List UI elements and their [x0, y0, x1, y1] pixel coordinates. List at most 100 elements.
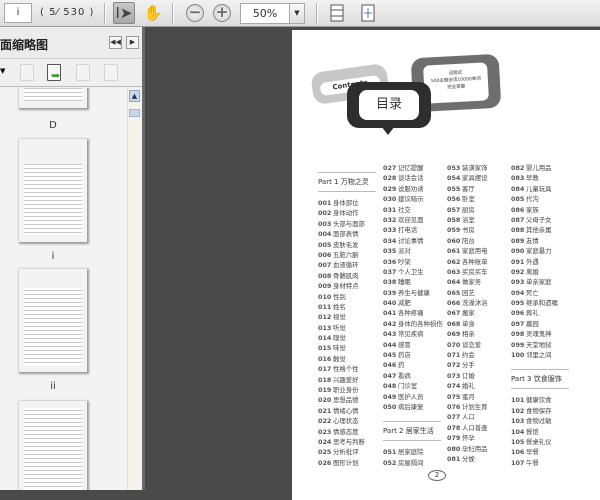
toc-entry[interactable]: 035 派对 — [383, 246, 449, 256]
next-panel-button[interactable]: ▶ — [126, 36, 139, 49]
delete-page-button[interactable] — [20, 64, 34, 81]
fit-page-button[interactable] — [326, 2, 348, 24]
toc-entry[interactable]: 054 家具摆设 — [447, 173, 513, 183]
toc-entry[interactable]: 031 社交 — [383, 205, 449, 215]
toc-entry[interactable]: 060 阳台 — [447, 236, 513, 246]
toc-entry[interactable]: 012 视觉 — [318, 312, 384, 322]
fit-width-button[interactable] — [357, 2, 379, 24]
toc-entry[interactable]: 006 五脏六腑 — [318, 250, 384, 260]
toc-entry[interactable]: 088 其他亲属 — [511, 225, 577, 235]
toc-entry[interactable]: 102 食物保存 — [511, 406, 577, 416]
page-number-input[interactable]: i — [4, 3, 32, 23]
toc-entry[interactable]: 092 离婚 — [511, 267, 577, 277]
toc-entry[interactable]: 078 人口普查 — [447, 423, 513, 433]
toc-entry[interactable]: 024 思考与判断 — [318, 437, 384, 447]
toc-entry[interactable]: 038 睡眠 — [383, 277, 449, 287]
toc-entry[interactable]: 077 人口 — [447, 412, 513, 422]
toc-entry[interactable]: 069 相亲 — [447, 329, 513, 339]
toc-entry[interactable]: 009 身材特点 — [318, 281, 384, 291]
toc-entry[interactable]: 002 身体动作 — [318, 208, 384, 218]
toc-entry[interactable]: 039 养生与健康 — [383, 288, 449, 298]
toc-entry[interactable]: 100 邻里之间 — [511, 350, 577, 360]
toc-entry[interactable]: 041 各种疼痛 — [383, 308, 449, 318]
toc-entry[interactable]: 068 单身 — [447, 319, 513, 329]
toc-entry[interactable]: 015 味觉 — [318, 343, 384, 353]
toc-entry[interactable]: 028 谈话会话 — [383, 173, 449, 183]
toc-entry[interactable]: 011 姓名 — [318, 302, 384, 312]
toc-entry[interactable]: 007 血液循环 — [318, 260, 384, 270]
toc-entry[interactable]: 047 看病 — [383, 371, 449, 381]
toc-entry[interactable]: 020 思想品德 — [318, 395, 384, 405]
toc-entry[interactable]: 091 外遇 — [511, 257, 577, 267]
toc-entry[interactable]: 064 做家务 — [447, 277, 513, 287]
toc-entry[interactable]: 063 买房买车 — [447, 267, 513, 277]
toc-entry[interactable]: 097 墓园 — [511, 319, 577, 329]
toc-entry[interactable]: 105 餐桌礼仪 — [511, 437, 577, 447]
toc-entry[interactable]: 066 洗澡沐浴 — [447, 298, 513, 308]
toc-entry[interactable]: 008 骨骼肌肉 — [318, 271, 384, 281]
toc-entry[interactable]: 098 灵魂鬼神 — [511, 329, 577, 339]
toc-entry[interactable]: 036 吵架 — [383, 257, 449, 267]
toc-entry[interactable]: 048 门诊室 — [383, 381, 449, 391]
toc-entry[interactable]: 013 听觉 — [318, 323, 384, 333]
toc-entry[interactable]: 019 职业身份 — [318, 385, 384, 395]
toc-entry[interactable]: 093 单亲家庭 — [511, 277, 577, 287]
toc-entry[interactable]: 074 婚礼 — [447, 381, 513, 391]
toc-entry[interactable]: 096 葬礼 — [511, 308, 577, 318]
toc-entry[interactable]: 071 约会 — [447, 350, 513, 360]
collapse-panel-button[interactable]: ◀◀ — [109, 36, 122, 49]
toc-entry[interactable]: 029 说服劝诱 — [383, 184, 449, 194]
zoom-out-button[interactable]: − — [184, 2, 206, 24]
toc-entry[interactable]: 010 性别 — [318, 292, 384, 302]
toc-entry[interactable]: 058 浴室 — [447, 215, 513, 225]
toc-entry[interactable]: 040 减肥 — [383, 298, 449, 308]
toc-entry[interactable]: 053 装潢家饰 — [447, 163, 513, 173]
toc-entry[interactable]: 084 儿童玩具 — [511, 184, 577, 194]
page-thumbnail[interactable] — [18, 88, 88, 109]
toc-entry[interactable]: 101 健康饮食 — [511, 395, 577, 405]
toc-entry[interactable]: 075 蜜月 — [447, 392, 513, 402]
toc-entry[interactable]: 076 计划生育 — [447, 402, 513, 412]
toc-entry[interactable]: 067 搬家 — [447, 308, 513, 318]
zoom-in-button[interactable]: + — [211, 2, 233, 24]
toc-entry[interactable]: 057 厨房 — [447, 205, 513, 215]
toc-entry[interactable]: 072 分手 — [447, 360, 513, 370]
toc-entry[interactable]: 023 情感态度 — [318, 427, 384, 437]
page-thumbnail[interactable] — [18, 268, 88, 373]
toc-entry[interactable]: 033 打电话 — [383, 225, 449, 235]
toc-entry[interactable]: 021 情绪心情 — [318, 406, 384, 416]
toc-entry[interactable]: 073 订婚 — [447, 371, 513, 381]
thumbnail-scrollbar[interactable]: ▲ — [127, 88, 140, 490]
toc-entry[interactable]: 099 天堂地狱 — [511, 340, 577, 350]
toc-entry[interactable]: 032 欢迎见面 — [383, 215, 449, 225]
toc-entry[interactable]: 089 友情 — [511, 236, 577, 246]
toc-entry[interactable]: 022 心理状态 — [318, 416, 384, 426]
toc-entry[interactable]: 094 死亡 — [511, 288, 577, 298]
toc-entry[interactable]: 095 继承和遗嘱 — [511, 298, 577, 308]
toc-entry[interactable]: 082 婴儿用品 — [511, 163, 577, 173]
toc-entry[interactable]: 070 谈恋爱 — [447, 340, 513, 350]
hand-tool-button[interactable]: ✋ — [142, 2, 164, 24]
toc-entry[interactable]: 090 家庭暴力 — [511, 246, 577, 256]
toc-entry[interactable]: 001 身体部位 — [318, 198, 384, 208]
toc-entry[interactable]: 016 触觉 — [318, 354, 384, 364]
zoom-dropdown-button[interactable]: ▼ — [289, 3, 305, 24]
toc-entry[interactable]: 087 父母子女 — [511, 215, 577, 225]
toc-entry[interactable]: 050 病后康复 — [383, 402, 449, 412]
toc-entry[interactable]: 043 常见疾病 — [383, 329, 449, 339]
toc-entry[interactable]: 055 客厅 — [447, 184, 513, 194]
toc-entry[interactable]: 034 讨论事情 — [383, 236, 449, 246]
toc-entry[interactable]: 003 头部与面部 — [318, 219, 384, 229]
toc-entry[interactable]: 049 医护人员 — [383, 392, 449, 402]
toc-entry[interactable]: 104 餐馆 — [511, 427, 577, 437]
toc-entry[interactable]: 027 记忆提醒 — [383, 163, 449, 173]
toc-entry[interactable]: 081 分娩 — [447, 454, 513, 464]
toc-entry[interactable]: 103 食物过敏 — [511, 416, 577, 426]
toc-entry[interactable]: 085 代沟 — [511, 194, 577, 204]
toc-entry[interactable]: 037 个人卫生 — [383, 267, 449, 277]
toc-entry[interactable]: 106 早餐 — [511, 447, 577, 457]
toc-entry[interactable]: 005 皮肤毛发 — [318, 240, 384, 250]
toc-entry[interactable]: 051 居家庭院 — [383, 447, 449, 457]
toc-entry[interactable]: 080 孕妇用品 — [447, 444, 513, 454]
toc-entry[interactable]: 046 药 — [383, 360, 449, 370]
